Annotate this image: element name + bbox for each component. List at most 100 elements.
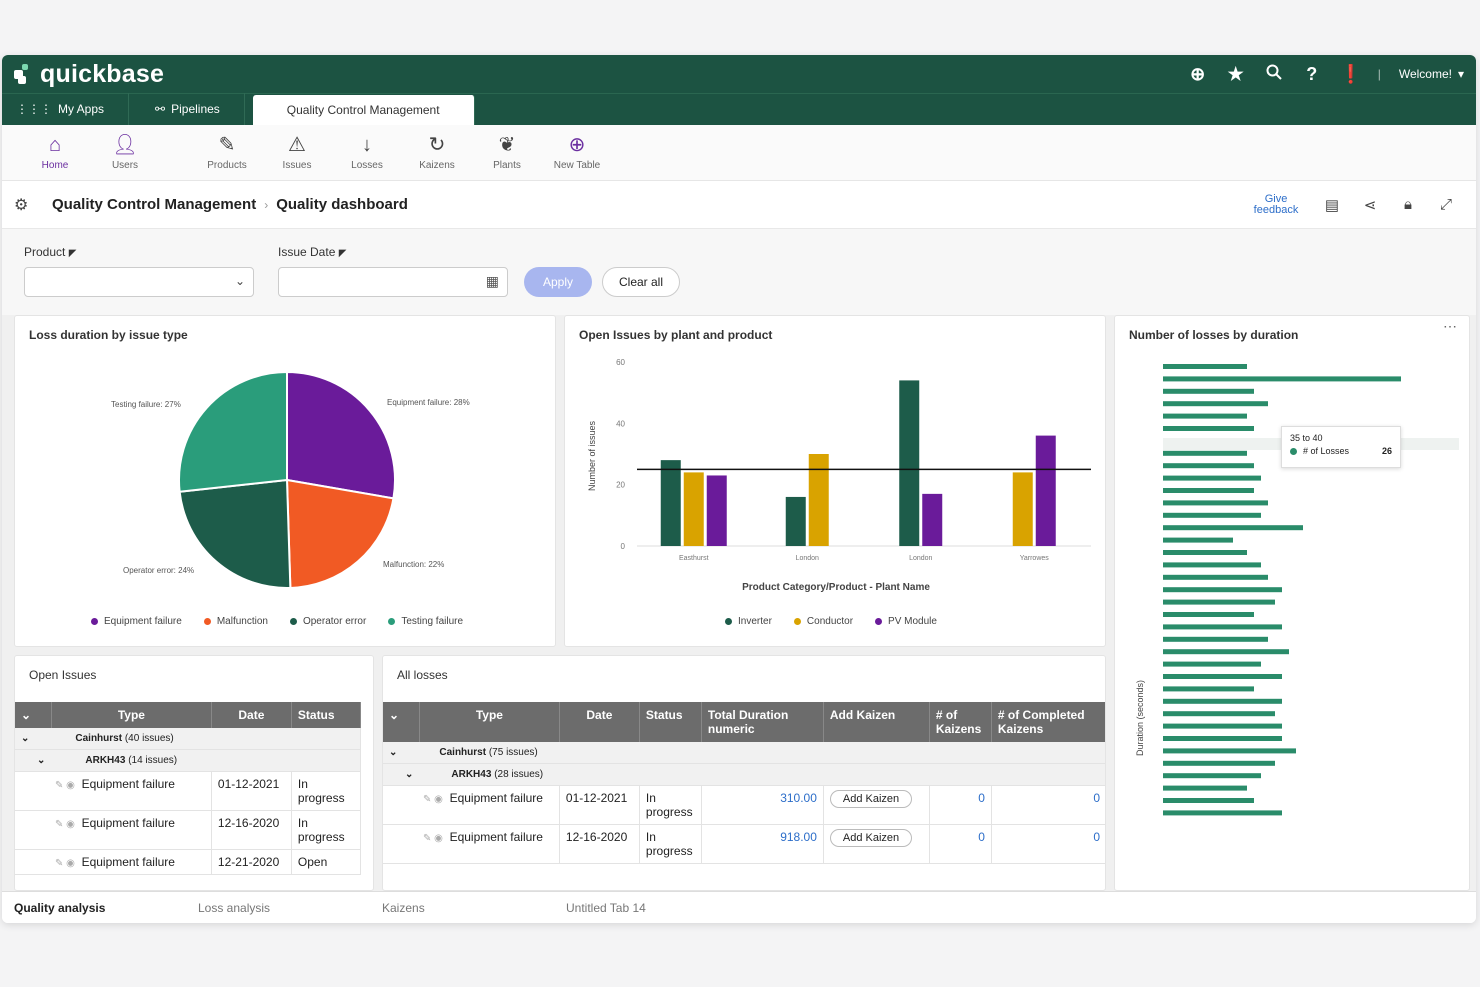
col-total-duration[interactable]: Total Duration numeric — [701, 702, 824, 742]
ribbon-losses[interactable]: ↓ Losses — [332, 134, 402, 171]
give-feedback-link[interactable]: Give feedback — [1248, 193, 1304, 216]
tab-pipelines[interactable]: ⚯ Pipelines — [129, 93, 245, 125]
duration-bar — [1163, 562, 1261, 568]
alert-icon[interactable]: ❗ — [1340, 64, 1362, 85]
subgroup-row[interactable]: ⌄ ARKH43 (14 issues) — [15, 749, 362, 772]
filter-flag-icon: ◤ — [338, 248, 347, 259]
pie-chart — [178, 370, 396, 589]
col-add-kaizen[interactable]: Add Kaizen — [823, 702, 930, 742]
legend-pv-module: PV Module — [875, 616, 937, 627]
add-circle-icon[interactable]: ⊕ — [1188, 64, 1208, 85]
col-completed-kaizens[interactable]: # of Completed Kaizens — [991, 702, 1105, 742]
duration-bar — [1163, 587, 1282, 593]
col-status[interactable]: Status — [291, 702, 362, 728]
issue-date-filter-label: Issue Date ◤ — [278, 245, 347, 259]
ribbon-home[interactable]: ⌂ Home — [20, 134, 90, 171]
group-row[interactable]: ⌄ Cainhurst (40 issues) — [15, 728, 362, 750]
issue-date-input[interactable]: ▦ — [278, 267, 508, 297]
duration-bar — [1163, 760, 1275, 766]
product-select[interactable]: ⌄ — [24, 267, 254, 297]
pie-legend: Equipment failure Malfunction Operator e… — [91, 616, 463, 627]
duration-bar — [1163, 723, 1282, 729]
add-kaizen-button[interactable]: Add Kaizen — [829, 829, 913, 847]
pie-label-testing: Testing failure: 27% — [111, 400, 181, 409]
x-tick-label: Easthurst — [679, 555, 709, 562]
edit-icon: ✎ ◉ — [55, 858, 75, 869]
plus-circle-icon: ⊕ — [568, 134, 586, 156]
table-row[interactable]: ✎ ◉ Equipment failure 01-12-2021 In prog… — [15, 771, 362, 811]
tab-loss-analysis[interactable]: Loss analysis — [198, 901, 382, 915]
col-date[interactable]: Date — [559, 702, 640, 742]
comment-icon[interactable]: ▤ — [1322, 196, 1342, 214]
chevron-down-icon: ▾ — [1457, 67, 1464, 81]
table-row[interactable]: ✎ ◉ Equipment failure 12-21-2020 Open — [15, 849, 362, 875]
bar-legend: Inverter Conductor PV Module — [725, 616, 937, 627]
ribbon-issues[interactable]: ⚠ Issues — [262, 134, 332, 171]
col-date[interactable]: Date — [211, 702, 292, 728]
tab-pipelines-label: Pipelines — [171, 102, 220, 116]
table-row[interactable]: ✎ ◉ Equipment failure 01-12-2021 In prog… — [383, 785, 1105, 825]
tab-untitled-14[interactable]: Untitled Tab 14 — [566, 901, 646, 915]
col-kaizens[interactable]: # of Kaizens — [929, 702, 992, 742]
share-icon[interactable]: ⋖ — [1360, 196, 1380, 214]
leaf-icon: ❦ — [498, 134, 516, 156]
calendar-icon[interactable]: ▦ — [486, 273, 499, 290]
quickbase-logo[interactable]: quickbase — [14, 60, 164, 89]
expand-icon[interactable]: ⤢ — [1436, 196, 1456, 213]
tooltip-value: 26 — [1381, 446, 1392, 456]
tab-quality-analysis[interactable]: Quality analysis — [14, 901, 198, 915]
col-type[interactable]: Type — [51, 702, 212, 728]
filter-bar: Product ◤ ⌄ Issue Date ◤ ▦ Apply Clear a… — [2, 229, 1476, 315]
duration-y-axis-label: Duration (seconds) — [1135, 679, 1145, 756]
settings-gear-icon[interactable]: ⚙ — [14, 195, 44, 215]
col-status[interactable]: Status — [639, 702, 702, 742]
ribbon-losses-label: Losses — [351, 160, 383, 171]
lock-icon[interactable]: 🔒︎ — [1398, 196, 1418, 213]
apply-button[interactable]: Apply — [524, 267, 592, 297]
ribbon-new-table-label: New Table — [553, 160, 601, 171]
y-tick-label: 60 — [616, 358, 625, 367]
ribbon-users-label: Users — [111, 160, 139, 171]
collapse-all-icon[interactable]: ⌄ — [383, 702, 420, 742]
duration-bar — [1163, 599, 1275, 605]
all-losses-table: ⌄ Type Date Status Total Duration numeri… — [383, 702, 1105, 864]
ribbon-plants[interactable]: ❦ Plants — [472, 134, 542, 171]
tab-kaizens[interactable]: Kaizens — [382, 901, 566, 915]
ribbon-kaizens[interactable]: ↻ Kaizens — [402, 134, 472, 171]
ribbon-users[interactable]: 👤︎ Users — [90, 134, 160, 171]
user-icon: 👤︎ — [112, 134, 138, 156]
pie-slice-malfunction — [285, 478, 395, 589]
duration-bar — [1163, 376, 1401, 382]
col-type[interactable]: Type — [419, 702, 560, 742]
star-icon[interactable]: ★ — [1226, 64, 1246, 85]
chevron-down-icon: ⌄ — [15, 749, 52, 772]
chevron-down-icon: ⌄ — [383, 742, 420, 764]
duration-bar — [1163, 550, 1247, 555]
breadcrumb-app[interactable]: Quality Control Management — [52, 196, 256, 213]
tab-my-apps[interactable]: ⋮⋮⋮ My Apps — [6, 93, 130, 125]
help-icon[interactable]: ? — [1302, 64, 1322, 85]
welcome-label: Welcome! — [1398, 67, 1452, 81]
table-row[interactable]: ✎ ◉ Equipment failure 12-16-2020 In prog… — [15, 810, 362, 850]
search-icon[interactable] — [1264, 64, 1284, 85]
tooltip-range: 35 to 40 — [1290, 433, 1323, 443]
duration-bar — [1163, 711, 1275, 717]
y-tick-label: 20 — [616, 481, 625, 490]
clear-all-button[interactable]: Clear all — [602, 267, 680, 297]
table-row[interactable]: ✎ ◉ Equipment failure 12-16-2020 In prog… — [383, 824, 1105, 864]
ribbon-new-table[interactable]: ⊕ New Table — [542, 134, 612, 171]
duration-bar — [1163, 698, 1282, 704]
duration-chart-card: Number of losses by duration ⋯ Duration … — [1114, 315, 1470, 891]
ribbon-issues-label: Issues — [282, 160, 312, 171]
duration-bar — [1163, 661, 1261, 667]
add-kaizen-button[interactable]: Add Kaizen — [829, 790, 913, 808]
collapse-all-icon[interactable]: ⌄ — [15, 702, 52, 728]
tab-quality-control-management[interactable]: Quality Control Management — [252, 95, 475, 125]
subgroup-row[interactable]: ⌄ ARKH43 (28 issues) — [383, 763, 1105, 786]
ribbon-products[interactable]: ✎ Products — [192, 134, 262, 171]
legend-testing: Testing failure — [388, 616, 463, 627]
group-row[interactable]: ⌄ Cainhurst (75 issues) — [383, 742, 1105, 764]
duration-bar — [1163, 413, 1247, 419]
welcome-menu[interactable]: Welcome! ▾ — [1399, 67, 1464, 81]
duration-bar — [1163, 463, 1254, 469]
